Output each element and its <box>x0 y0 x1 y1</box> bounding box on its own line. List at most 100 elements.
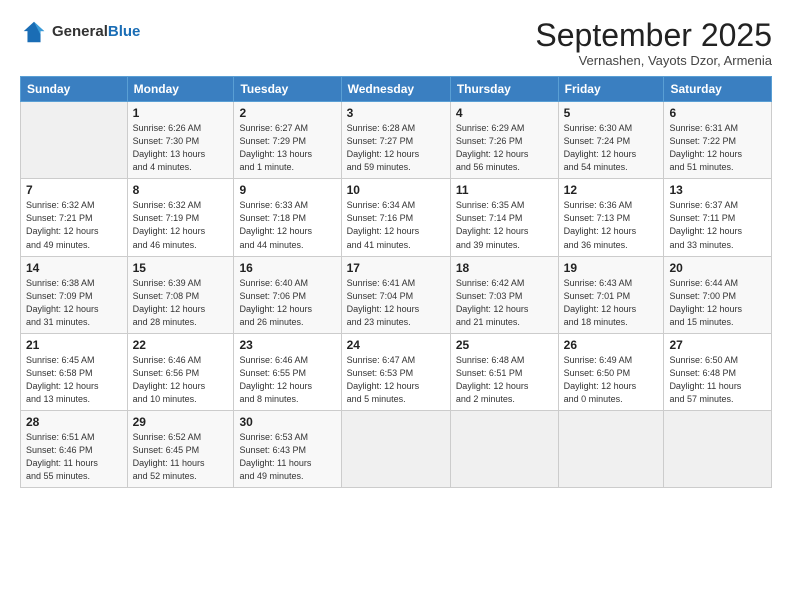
day-info: Sunrise: 6:28 AM Sunset: 7:27 PM Dayligh… <box>347 122 445 174</box>
day-number: 7 <box>26 183 122 197</box>
day-number: 8 <box>133 183 229 197</box>
calendar-cell: 26 Sunrise: 6:49 AM Sunset: 6:50 PM Dayli… <box>558 333 664 410</box>
calendar-cell: 15Sunrise: 6:39 AM Sunset: 7:08 PM Dayli… <box>127 256 234 333</box>
day-info: Sunrise: 6:52 AM Sunset: 6:45 PM Dayligh… <box>133 431 229 483</box>
calendar-week-row: 14Sunrise: 6:38 AM Sunset: 7:09 PM Dayli… <box>21 256 772 333</box>
calendar-cell: 2Sunrise: 6:27 AM Sunset: 7:29 PM Daylig… <box>234 102 341 179</box>
page-header: GeneralBlue September 2025 Vernashen, Va… <box>20 18 772 68</box>
day-info: Sunrise: 6:37 AM Sunset: 7:11 PM Dayligh… <box>669 199 766 251</box>
day-info: Sunrise: 6:47 AM Sunset: 6:53 PM Dayligh… <box>347 354 445 406</box>
calendar-cell: 14Sunrise: 6:38 AM Sunset: 7:09 PM Dayli… <box>21 256 128 333</box>
calendar-cell: 12 Sunrise: 6:36 AM Sunset: 7:13 PM Dayli… <box>558 179 664 256</box>
calendar-page: GeneralBlue September 2025 Vernashen, Va… <box>0 0 792 612</box>
day-info: Sunrise: 6:40 AM Sunset: 7:06 PM Dayligh… <box>239 277 335 329</box>
day-info: Sunrise: 6:29 AM Sunset: 7:26 PM Dayligh… <box>456 122 553 174</box>
day-number: 18 <box>456 261 553 275</box>
calendar-header: Sunday Monday Tuesday Wednesday Thursday… <box>21 77 772 102</box>
calendar-cell: 16Sunrise: 6:40 AM Sunset: 7:06 PM Dayli… <box>234 256 341 333</box>
day-number: 12 <box>564 183 659 197</box>
day-number: 27 <box>669 338 766 352</box>
day-info: Sunrise: 6:31 AM Sunset: 7:22 PM Dayligh… <box>669 122 766 174</box>
day-info: Sunrise: 6:34 AM Sunset: 7:16 PM Dayligh… <box>347 199 445 251</box>
day-number: 4 <box>456 106 553 120</box>
calendar-week-row: 1 Sunrise: 6:26 AM Sunset: 7:30 PM Daylig… <box>21 102 772 179</box>
day-number: 29 <box>133 415 229 429</box>
calendar-cell: 10 Sunrise: 6:34 AM Sunset: 7:16 PM Dayli… <box>341 179 450 256</box>
day-info: Sunrise: 6:53 AM Sunset: 6:43 PM Dayligh… <box>239 431 335 483</box>
calendar-cell: 22Sunrise: 6:46 AM Sunset: 6:56 PM Dayli… <box>127 333 234 410</box>
day-info: Sunrise: 6:51 AM Sunset: 6:46 PM Dayligh… <box>26 431 122 483</box>
col-saturday: Saturday <box>664 77 772 102</box>
day-info: Sunrise: 6:41 AM Sunset: 7:04 PM Dayligh… <box>347 277 445 329</box>
logo-general: General <box>52 23 108 40</box>
calendar-cell: 28 Sunrise: 6:51 AM Sunset: 6:46 PM Dayli… <box>21 410 128 487</box>
day-number: 26 <box>564 338 659 352</box>
calendar-week-row: 7 Sunrise: 6:32 AM Sunset: 7:21 PM Daylig… <box>21 179 772 256</box>
logo: GeneralBlue <box>20 18 140 46</box>
calendar-cell: 13 Sunrise: 6:37 AM Sunset: 7:11 PM Dayli… <box>664 179 772 256</box>
calendar-week-row: 21 Sunrise: 6:45 AM Sunset: 6:58 PM Dayli… <box>21 333 772 410</box>
header-row: Sunday Monday Tuesday Wednesday Thursday… <box>21 77 772 102</box>
col-thursday: Thursday <box>450 77 558 102</box>
calendar-cell: 8 Sunrise: 6:32 AM Sunset: 7:19 PM Daylig… <box>127 179 234 256</box>
day-number: 24 <box>347 338 445 352</box>
calendar-cell: 20Sunrise: 6:44 AM Sunset: 7:00 PM Dayli… <box>664 256 772 333</box>
calendar-cell: 6 Sunrise: 6:31 AM Sunset: 7:22 PM Daylig… <box>664 102 772 179</box>
calendar-cell: 27 Sunrise: 6:50 AM Sunset: 6:48 PM Dayli… <box>664 333 772 410</box>
calendar-week-row: 28 Sunrise: 6:51 AM Sunset: 6:46 PM Dayli… <box>21 410 772 487</box>
calendar-cell: 9Sunrise: 6:33 AM Sunset: 7:18 PM Daylig… <box>234 179 341 256</box>
day-number: 25 <box>456 338 553 352</box>
day-number: 28 <box>26 415 122 429</box>
calendar-cell <box>664 410 772 487</box>
day-info: Sunrise: 6:35 AM Sunset: 7:14 PM Dayligh… <box>456 199 553 251</box>
day-info: Sunrise: 6:38 AM Sunset: 7:09 PM Dayligh… <box>26 277 122 329</box>
day-info: Sunrise: 6:43 AM Sunset: 7:01 PM Dayligh… <box>564 277 659 329</box>
calendar-cell: 19Sunrise: 6:43 AM Sunset: 7:01 PM Dayli… <box>558 256 664 333</box>
calendar-cell: 5Sunrise: 6:30 AM Sunset: 7:24 PM Daylig… <box>558 102 664 179</box>
day-info: Sunrise: 6:49 AM Sunset: 6:50 PM Dayligh… <box>564 354 659 406</box>
calendar-cell: 24 Sunrise: 6:47 AM Sunset: 6:53 PM Dayli… <box>341 333 450 410</box>
day-info: Sunrise: 6:50 AM Sunset: 6:48 PM Dayligh… <box>669 354 766 406</box>
day-number: 10 <box>347 183 445 197</box>
day-number: 13 <box>669 183 766 197</box>
day-info: Sunrise: 6:33 AM Sunset: 7:18 PM Dayligh… <box>239 199 335 251</box>
logo-icon <box>20 18 48 46</box>
day-info: Sunrise: 6:42 AM Sunset: 7:03 PM Dayligh… <box>456 277 553 329</box>
col-monday: Monday <box>127 77 234 102</box>
day-number: 1 <box>133 106 229 120</box>
calendar-cell: 11 Sunrise: 6:35 AM Sunset: 7:14 PM Dayli… <box>450 179 558 256</box>
col-wednesday: Wednesday <box>341 77 450 102</box>
col-sunday: Sunday <box>21 77 128 102</box>
day-info: Sunrise: 6:48 AM Sunset: 6:51 PM Dayligh… <box>456 354 553 406</box>
calendar-cell: 21 Sunrise: 6:45 AM Sunset: 6:58 PM Dayli… <box>21 333 128 410</box>
day-number: 30 <box>239 415 335 429</box>
calendar-cell: 1 Sunrise: 6:26 AM Sunset: 7:30 PM Daylig… <box>127 102 234 179</box>
day-info: Sunrise: 6:45 AM Sunset: 6:58 PM Dayligh… <box>26 354 122 406</box>
calendar-cell <box>450 410 558 487</box>
day-info: Sunrise: 6:32 AM Sunset: 7:21 PM Dayligh… <box>26 199 122 251</box>
day-number: 3 <box>347 106 445 120</box>
calendar-cell <box>558 410 664 487</box>
day-number: 11 <box>456 183 553 197</box>
day-info: Sunrise: 6:36 AM Sunset: 7:13 PM Dayligh… <box>564 199 659 251</box>
col-tuesday: Tuesday <box>234 77 341 102</box>
calendar-body: 1 Sunrise: 6:26 AM Sunset: 7:30 PM Daylig… <box>21 102 772 488</box>
calendar-cell: 23Sunrise: 6:46 AM Sunset: 6:55 PM Dayli… <box>234 333 341 410</box>
title-block: September 2025 Vernashen, Vayots Dzor, A… <box>535 18 772 68</box>
day-number: 6 <box>669 106 766 120</box>
calendar-cell <box>341 410 450 487</box>
day-info: Sunrise: 6:26 AM Sunset: 7:30 PM Dayligh… <box>133 122 229 174</box>
col-friday: Friday <box>558 77 664 102</box>
logo-blue: Blue <box>108 23 141 40</box>
calendar-cell: 18 Sunrise: 6:42 AM Sunset: 7:03 PM Dayli… <box>450 256 558 333</box>
day-number: 22 <box>133 338 229 352</box>
day-number: 21 <box>26 338 122 352</box>
location-subtitle: Vernashen, Vayots Dzor, Armenia <box>535 53 772 68</box>
month-title: September 2025 <box>535 18 772 53</box>
calendar-cell: 7 Sunrise: 6:32 AM Sunset: 7:21 PM Daylig… <box>21 179 128 256</box>
day-number: 17 <box>347 261 445 275</box>
day-info: Sunrise: 6:44 AM Sunset: 7:00 PM Dayligh… <box>669 277 766 329</box>
day-number: 2 <box>239 106 335 120</box>
day-info: Sunrise: 6:32 AM Sunset: 7:19 PM Dayligh… <box>133 199 229 251</box>
calendar-cell: 30 Sunrise: 6:53 AM Sunset: 6:43 PM Dayli… <box>234 410 341 487</box>
